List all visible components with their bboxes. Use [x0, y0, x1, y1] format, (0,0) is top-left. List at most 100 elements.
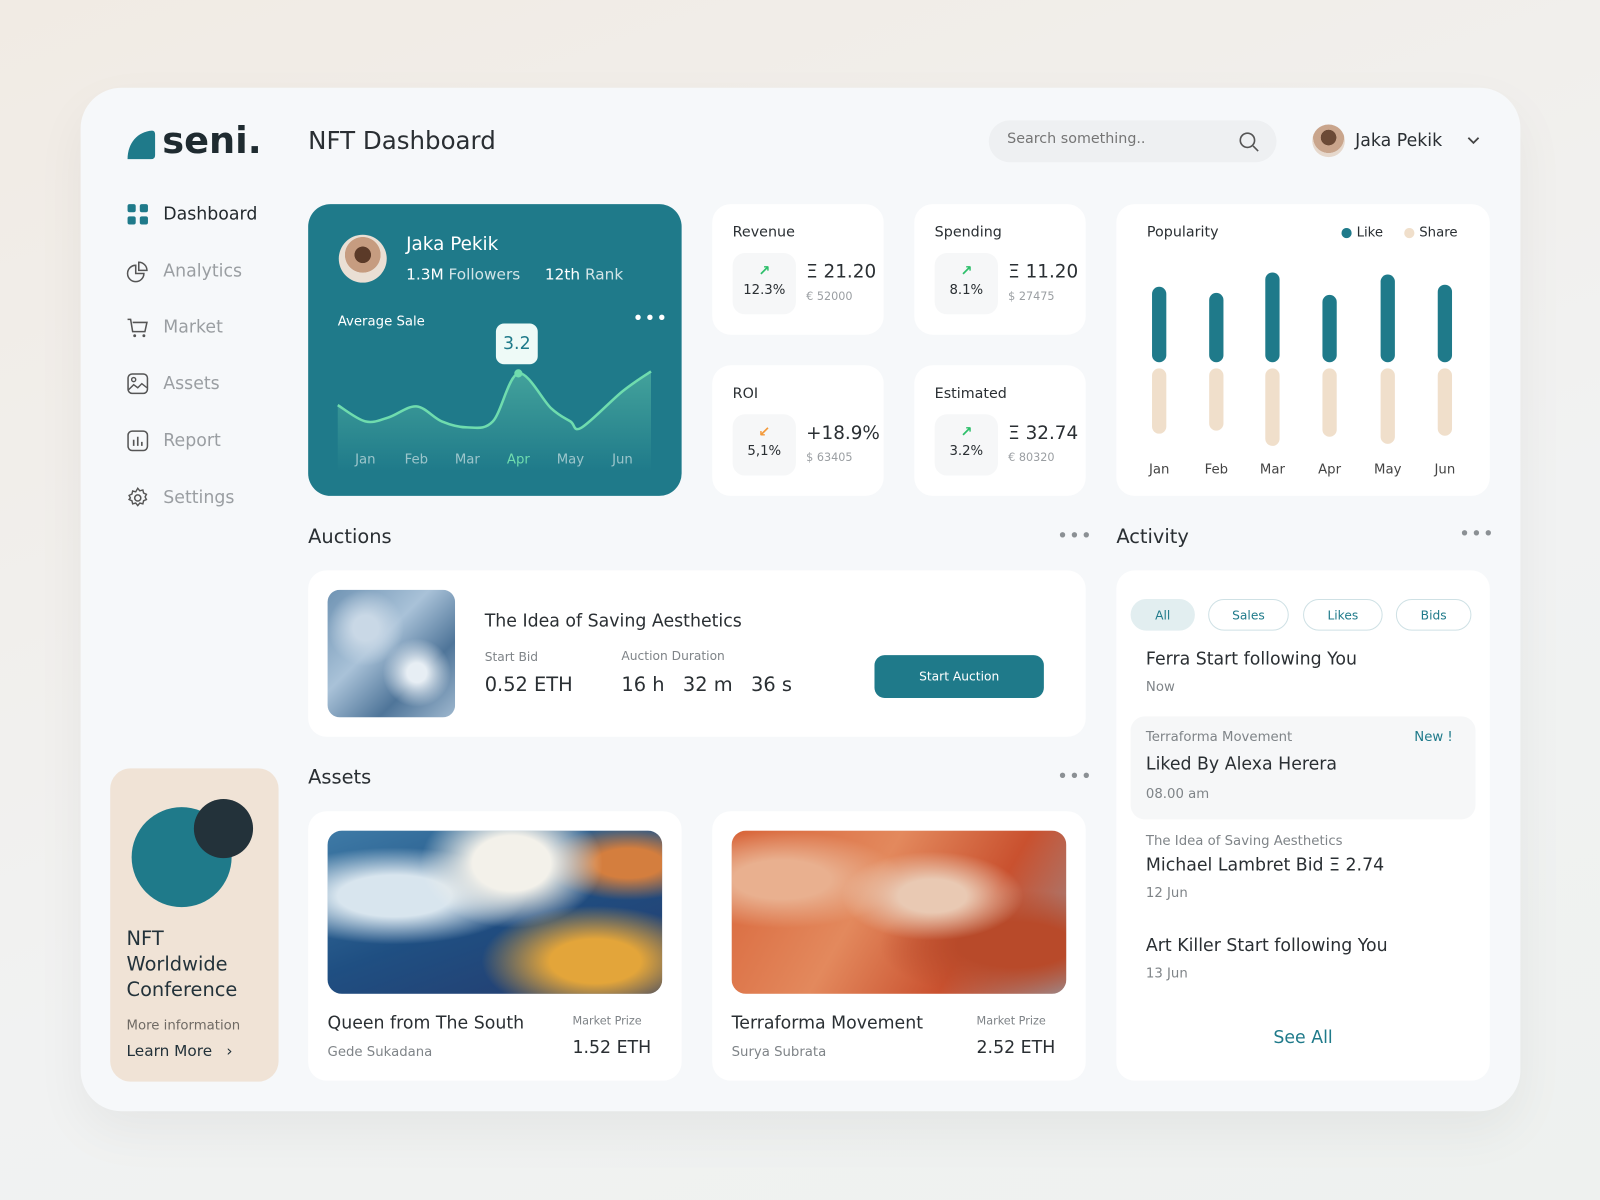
activity-more-icon[interactable]: •••: [1459, 523, 1495, 544]
assets-more-icon[interactable]: •••: [1057, 766, 1093, 787]
x-tick-label: Apr: [507, 452, 530, 467]
auctions-heading: Auctions: [308, 525, 392, 548]
bar-like[interactable]: [1209, 292, 1224, 363]
image-icon: [127, 373, 149, 395]
start-auction-button[interactable]: Start Auction: [874, 655, 1044, 698]
stat-title: Estimated: [934, 385, 1007, 403]
sidebar-item-label: Assets: [163, 373, 220, 394]
sidebar-item-settings[interactable]: Settings: [127, 486, 234, 509]
activity-item-highlighted[interactable]: Terraforma Movement New ! Liked By Alexa…: [1130, 716, 1476, 820]
stat-card-estimated: Estimated ↗ 3.2% Ξ 32.74 € 80320: [914, 365, 1086, 496]
bar-like[interactable]: [1265, 272, 1280, 363]
hours: 16 h: [621, 673, 665, 696]
promo-title-line: NFT: [126, 927, 164, 950]
asset-price: 1.52 ETH: [572, 1037, 652, 1059]
average-sale-chart: Jan Feb Mar Apr May Jun: [337, 369, 652, 472]
logo[interactable]: seni.: [126, 120, 262, 162]
avatar: [1312, 124, 1345, 158]
sidebar-item-dashboard[interactable]: Dashboard: [127, 203, 258, 225]
activity-card: [1116, 570, 1490, 1081]
activity-title: Michael Lambret Bid Ξ 2.74: [1145, 855, 1385, 876]
bar-share[interactable]: [1322, 368, 1337, 437]
activity-time: 13 Jun: [1145, 966, 1188, 982]
promo-title-line: Conference: [126, 978, 238, 1002]
arrow-up-right-icon: ↗: [758, 263, 771, 280]
bar-share[interactable]: [1265, 368, 1280, 446]
assets-heading: Assets: [308, 766, 372, 789]
stat-subvalue: € 52000: [806, 289, 853, 304]
x-tick-label: Jun: [1434, 462, 1456, 477]
promo-title: NFT Worldwide Conference: [127, 927, 238, 1004]
see-all-link[interactable]: See All: [1116, 1028, 1489, 1048]
chevron-down-icon[interactable]: [1467, 136, 1481, 146]
asset-artist: Gede Sukadana: [327, 1044, 433, 1061]
sidebar-item-label: Analytics: [163, 261, 243, 282]
bar-share[interactable]: [1209, 368, 1224, 431]
activity-time: 12 Jun: [1145, 885, 1188, 902]
x-tick-label: Apr: [1318, 462, 1341, 477]
user-menu[interactable]: Jaka Pekik: [1312, 124, 1481, 158]
sidebar-item-analytics[interactable]: Analytics: [126, 260, 243, 283]
bar-like[interactable]: [1380, 274, 1395, 363]
cart-icon: [127, 318, 148, 338]
stat-value: Ξ 32.74: [1008, 422, 1079, 444]
chart-tooltip: 3.2: [495, 323, 538, 365]
search-bar[interactable]: [988, 120, 1277, 163]
activity-title: Ferra Start following You: [1145, 648, 1358, 670]
auction-artwork-image[interactable]: [327, 589, 456, 718]
filter-all[interactable]: All: [1130, 598, 1195, 631]
bar-like[interactable]: [1322, 294, 1337, 363]
grid-icon: [127, 204, 148, 225]
asset-image: [327, 830, 663, 994]
activity-context: Terraforma Movement: [1145, 729, 1293, 745]
stat-value: +18.9%: [806, 422, 880, 444]
x-tick-label: Feb: [405, 452, 428, 467]
activity-item[interactable]: The Idea of Saving Aesthetics Michael La…: [1146, 834, 1384, 901]
stat-value: Ξ 11.20: [1008, 261, 1079, 283]
filter-sales[interactable]: Sales: [1208, 598, 1289, 631]
auction-card: The Idea of Saving Aesthetics Start Bid …: [308, 570, 1086, 737]
asset-card[interactable]: Terraforma Movement Surya Subrata Market…: [712, 811, 1086, 1081]
stat-card-roi: ROI ↙ 5,1% +18.9% $ 63405: [712, 365, 884, 496]
search-input[interactable]: [1007, 130, 1222, 147]
filter-likes[interactable]: Likes: [1303, 598, 1383, 631]
asset-image: [731, 830, 1067, 994]
filter-bids[interactable]: Bids: [1395, 598, 1472, 631]
bar-like[interactable]: [1437, 284, 1453, 363]
auctions-more-icon[interactable]: •••: [1057, 526, 1093, 547]
highlight-point[interactable]: [514, 369, 523, 378]
stat-title: Spending: [934, 224, 1002, 241]
sidebar-item-assets[interactable]: Assets: [127, 372, 220, 395]
logo-text: seni.: [162, 120, 262, 163]
trend-percent: 8.1%: [949, 282, 984, 298]
sidebar-item-label: Report: [163, 430, 221, 452]
promo-card: NFT Worldwide Conference More informatio…: [110, 768, 279, 1082]
x-tick-label: Jan: [1148, 462, 1169, 477]
bar-share[interactable]: [1437, 368, 1453, 436]
price-label: Market Prize: [572, 1014, 642, 1028]
arrow-down-left-icon: ↙: [758, 424, 771, 441]
price-label: Market Prize: [976, 1014, 1046, 1028]
learn-more-link[interactable]: Learn More ›: [127, 1042, 233, 1060]
trend-percent: 12.3%: [743, 282, 786, 298]
duration-label: Auction Duration: [621, 648, 725, 664]
trend-box: ↗ 8.1%: [934, 253, 998, 315]
bar-share[interactable]: [1380, 368, 1395, 444]
bar-share[interactable]: [1152, 368, 1167, 434]
sidebar-item-market[interactable]: Market: [127, 316, 223, 338]
gear-icon: [127, 486, 148, 507]
bar-like[interactable]: [1152, 286, 1167, 363]
x-tick-label: Mar: [1260, 462, 1286, 477]
search-icon[interactable]: [1238, 131, 1260, 153]
activity-item[interactable]: Art Killer Start following You 13 Jun: [1146, 936, 1388, 982]
x-tick-label: May: [1374, 462, 1402, 477]
activity-time: Now: [1145, 679, 1175, 695]
sidebar-item-report[interactable]: Report: [127, 430, 221, 452]
asset-card[interactable]: Queen from The South Gede Sukadana Marke…: [308, 811, 682, 1081]
sidebar-item-label: Dashboard: [163, 204, 258, 225]
activity-item[interactable]: Ferra Start following You Now: [1146, 649, 1357, 695]
trend-percent: 5,1%: [747, 443, 782, 460]
asset-artist: Surya Subrata: [731, 1044, 827, 1061]
activity-title: Liked By Alexa Herera: [1145, 754, 1338, 775]
stat-value: Ξ 21.20: [806, 261, 877, 283]
